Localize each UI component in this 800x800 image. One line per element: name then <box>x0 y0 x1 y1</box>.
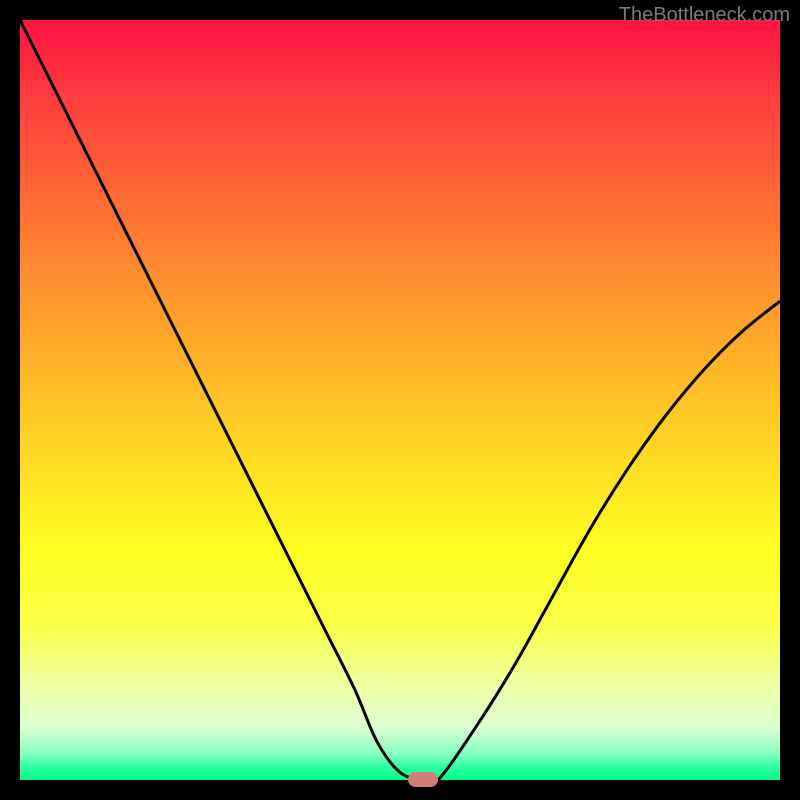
curve-svg <box>20 20 780 780</box>
optimum-marker <box>408 772 438 787</box>
chart-frame <box>20 20 780 780</box>
watermark-text: TheBottleneck.com <box>619 4 790 27</box>
bottleneck-curve <box>20 20 780 780</box>
